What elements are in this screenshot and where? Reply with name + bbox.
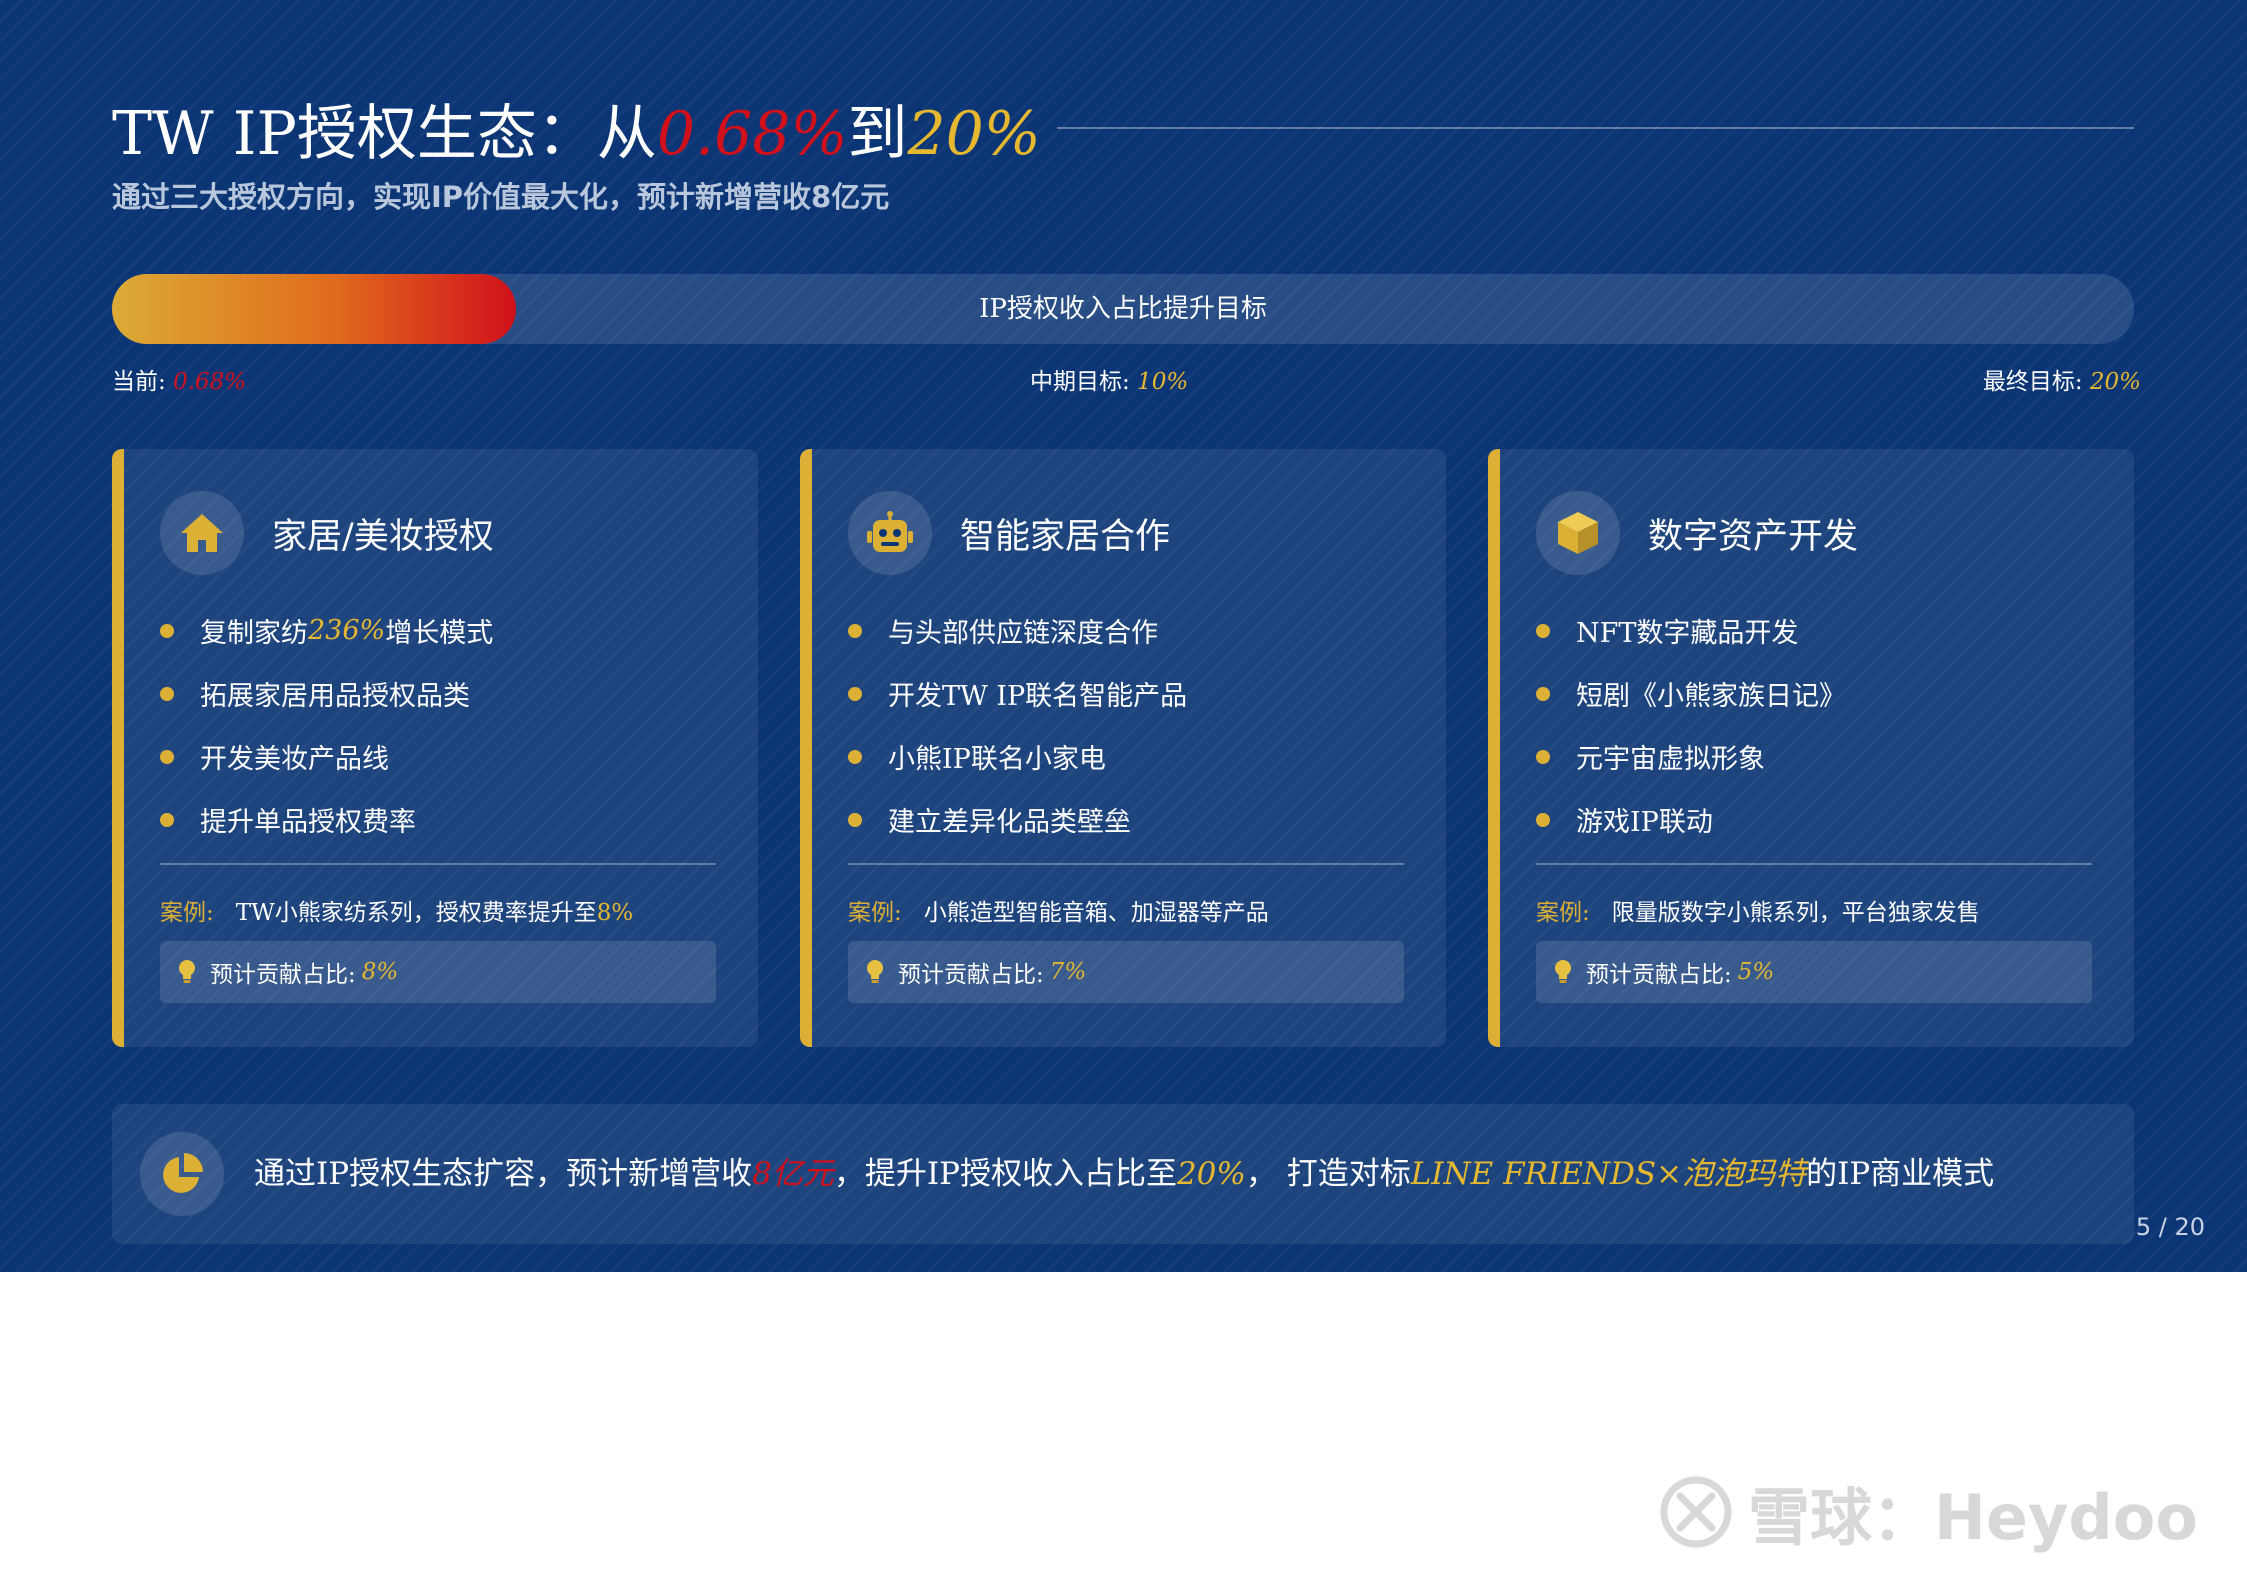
title-row: TW IP授权生态：从0.68%到20% [112,88,2134,169]
contribution-value: 7% [1049,959,1087,985]
cube-icon [1536,491,1620,575]
marker-current-value: 0.68% [173,369,247,395]
page-number: 5 / 20 [2135,1213,2205,1241]
case-label: 案例: [1536,900,1590,926]
bullet-dot [848,686,862,701]
bullet-dot [1536,812,1550,827]
pie-chart-icon [140,1132,224,1216]
bullet-dot [160,623,174,638]
bullet-dot [160,812,174,827]
list-item: 小熊IP联名小家电 [848,725,1408,788]
list-item: 与头部供应链深度合作 [848,599,1408,662]
progress-bar: IP授权收入占比提升目标 [112,274,2134,344]
bullet-dot [160,749,174,764]
progress-label: IP授权收入占比提升目标 [979,294,1267,324]
card-title: 数字资产开发 [1648,516,1859,557]
card-divider [1536,863,2092,865]
list-item: 复制家纺 236% 增长模式 [160,599,720,662]
card-title: 智能家居合作 [960,516,1171,557]
card-header: 数字资产开发 [1536,491,1858,575]
bullet-dot [1536,686,1550,701]
bullet-list: 复制家纺 236% 增长模式 拓展家居用品授权品类 开发美妆产品线 提升单品授权费率 [160,599,720,851]
bullet-list: NFT数字藏品开发 短剧《小熊家族日记》 元宇宙虚拟形象 游戏IP联动 [1536,599,2096,851]
bullet-dot [848,749,862,764]
contribution-box: 预计贡献占比: 7% [848,941,1404,1003]
list-item: NFT数字藏品开发 [1536,599,2096,662]
card-smart-home: 智能家居合作 与头部供应链深度合作 开发TW IP联名智能产品 小熊IP联名小家… [800,449,1446,1047]
list-item: 提升单品授权费率 [160,788,720,851]
case-label: 案例: [848,900,902,926]
marker-final: 最终目标: 20% [1982,369,2141,395]
card-header: 智能家居合作 [848,491,1170,575]
summary-banner: 通过IP授权生态扩容，预计新增营收8亿元，提升IP授权收入占比至20%， 打造对… [112,1104,2134,1244]
contribution-value: 8% [361,959,399,985]
title-from-value: 0.68% [656,98,848,169]
card-title: 家居/美妆授权 [272,516,494,557]
title-to-value: 20% [907,98,1041,169]
list-item: 建立差异化品类壁垒 [848,788,1408,851]
bullet-dot [1536,749,1550,764]
card-home-beauty: 家居/美妆授权 复制家纺 236% 增长模式 拓展家居用品授权品类 开发美妆产品线 … [112,449,758,1047]
marker-mid: 中期目标: 10% [1030,369,1189,395]
marker-mid-value: 10% [1137,369,1189,395]
title-divider [1056,127,2134,129]
list-item: 短剧《小熊家族日记》 [1536,662,2096,725]
card-divider [160,863,716,865]
slide: TW IP授权生态：从0.68%到20% 通过三大授权方向，实现IP价值最大化，… [0,0,2247,1272]
home-icon [160,491,244,575]
watermark: 雪球：Heydoo [1660,1472,2198,1554]
lightbulb-icon [867,960,883,983]
case-text: 案例: TW小熊家纺系列，授权费率提升至8% [160,900,634,926]
bullet-dot [848,812,862,827]
list-item: 开发美妆产品线 [160,725,720,788]
title-prefix: TW IP授权生态：从 [112,98,657,169]
robot-icon [848,491,932,575]
snowball-logo-icon [1660,1476,1732,1548]
case-label: 案例: [160,900,214,926]
contribution-box: 预计贡献占比: 5% [1536,941,2092,1003]
lightbulb-icon [179,960,195,983]
title-mid: 到 [847,98,908,169]
case-text: 案例: 限量版数字小熊系列，平台独家发售 [1536,900,1980,926]
marker-final-value: 20% [2089,369,2141,395]
case-text: 案例: 小熊造型智能音箱、加湿器等产品 [848,900,1269,926]
list-item: 拓展家居用品授权品类 [160,662,720,725]
card-header: 家居/美妆授权 [160,491,494,575]
contribution-box: 预计贡献占比: 8% [160,941,716,1003]
marker-current: 当前: 0.68% [112,369,247,395]
list-item: 开发TW IP联名智能产品 [848,662,1408,725]
contribution-value: 5% [1737,959,1775,985]
bullet-dot [160,686,174,701]
bullet-list: 与头部供应链深度合作 开发TW IP联名智能产品 小熊IP联名小家电 建立差异化… [848,599,1408,851]
list-item: 元宇宙虚拟形象 [1536,725,2096,788]
card-divider [848,863,1404,865]
bullet-dot [848,623,862,638]
summary-text: 通过IP授权生态扩容，预计新增营收8亿元，提升IP授权收入占比至20%， 打造对… [254,1156,1995,1192]
lightbulb-icon [1555,960,1571,983]
page-title: TW IP授权生态：从0.68%到20% [112,85,1041,172]
page-subtitle: 通过三大授权方向，实现IP价值最大化，预计新增营收8亿元 [112,180,890,214]
bullet-dot [1536,623,1550,638]
card-digital-assets: 数字资产开发 NFT数字藏品开发 短剧《小熊家族日记》 元宇宙虚拟形象 游戏IP… [1488,449,2134,1047]
list-item: 游戏IP联动 [1536,788,2096,851]
